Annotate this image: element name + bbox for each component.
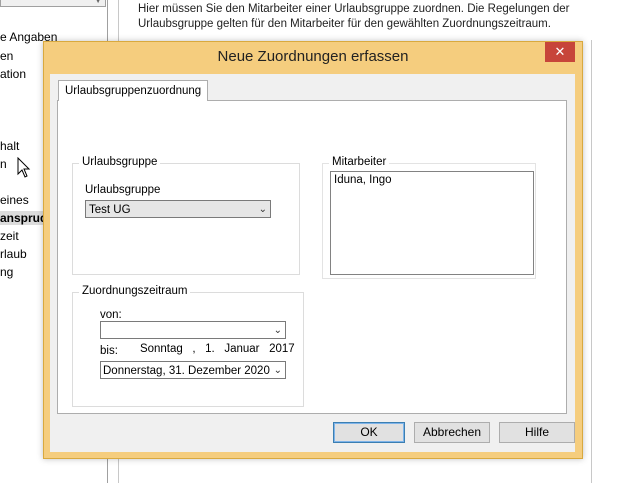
chevron-down-icon: ⌄	[258, 204, 267, 215]
dialog-title: Neue Zuordnungen erfassen	[217, 48, 409, 65]
nav-item[interactable]: n	[0, 157, 7, 171]
tab-panel: Urlaubsgruppe Urlaubsgruppe Test UG ⌄ Mi…	[57, 100, 567, 414]
nav-item[interactable]: zeit	[0, 229, 19, 243]
nav-dropdown[interactable]: ▼	[0, 0, 106, 7]
urlaubsgruppe-legend: Urlaubsgruppe	[79, 156, 161, 168]
ok-button[interactable]: OK	[333, 422, 405, 443]
von-label: von:	[100, 309, 122, 321]
mitarbeiter-legend: Mitarbeiter	[329, 156, 390, 168]
dialog-client: Urlaubsgruppenzuordnung Urlaubsgruppe Ur…	[50, 74, 575, 452]
info-text: Hier müssen Sie den Mitarbeiter einer Ur…	[138, 3, 570, 30]
new-assignment-dialog: Neue Zuordnungen erfassen ✕ Urlaubsgrupp…	[43, 41, 583, 459]
chevron-down-icon: ⌄	[273, 325, 282, 336]
nav-item[interactable]: halt	[0, 139, 19, 153]
chevron-down-icon: ⌄	[273, 365, 282, 376]
chevron-down-icon: ▼	[94, 0, 102, 5]
tab-urlaubsgruppenzuordnung[interactable]: Urlaubsgruppenzuordnung	[58, 80, 209, 101]
bis-date-value: Donnerstag, 31. Dezember 2020	[103, 365, 270, 377]
nav-item[interactable]: eines	[0, 193, 29, 207]
nav-item[interactable]: ng	[0, 265, 13, 279]
nav-item[interactable]: rlaub	[0, 247, 27, 261]
nav-item[interactable]: ation	[0, 67, 26, 81]
mitarbeiter-list[interactable]: Iduna, Ingo	[330, 171, 534, 275]
von-date-picker[interactable]: Sonntag , 1. Januar 2017 ⌄	[100, 321, 295, 355]
help-button[interactable]: Hilfe	[499, 422, 575, 443]
nav-item-selected[interactable]: ansprud	[0, 211, 44, 225]
zuordnungszeitraum-legend: Zuordnungszeitraum	[79, 285, 191, 297]
urlaubsgruppe-label: Urlaubsgruppe	[85, 184, 161, 196]
mitarbeiter-group: Mitarbeiter Iduna, Ingo	[322, 156, 536, 279]
nav-item[interactable]: en	[0, 49, 13, 63]
list-item[interactable]: Iduna, Ingo	[334, 174, 530, 186]
cancel-button[interactable]: Abbrechen	[414, 422, 490, 443]
zuordnungszeitraum-group: Zuordnungszeitraum von: Sonntag , 1. Jan…	[72, 285, 304, 407]
urlaubsgruppe-group: Urlaubsgruppe Urlaubsgruppe Test UG ⌄	[72, 156, 300, 275]
bis-date-picker[interactable]: Donnerstag, 31. Dezember 2020 ⌄	[100, 361, 286, 379]
urlaubsgruppe-value: Test UG	[89, 204, 131, 216]
close-button[interactable]: ✕	[545, 42, 575, 62]
divider	[591, 40, 592, 483]
bis-label: bis:	[100, 345, 118, 357]
von-date-value: Sonntag , 1. Januar 2017	[139, 343, 295, 355]
mouse-cursor-icon	[17, 157, 31, 178]
urlaubsgruppe-select[interactable]: Test UG ⌄	[85, 200, 271, 218]
